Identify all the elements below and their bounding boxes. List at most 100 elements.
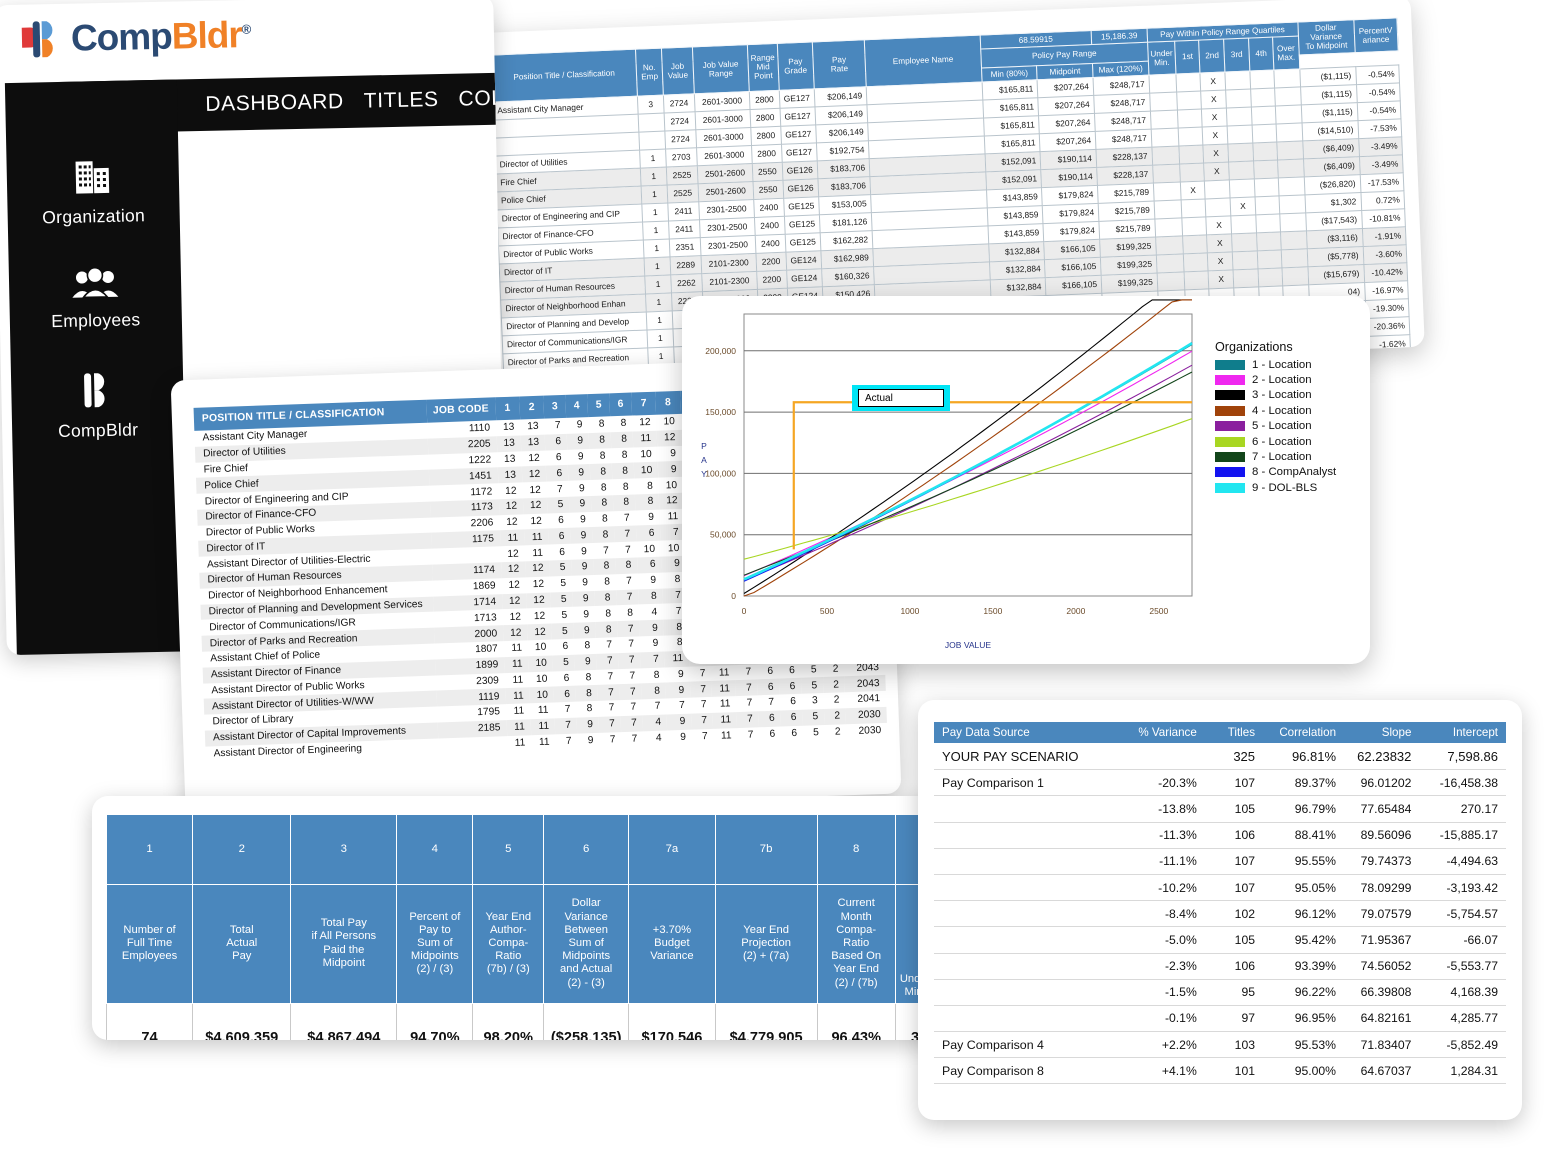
summary-index-7b: 7b	[714, 814, 818, 885]
sidebar-item-compbldr[interactable]: CompBldr	[11, 369, 184, 443]
cell-factor-7: 8	[641, 682, 667, 700]
cell-factor-9: 7	[701, 731, 708, 743]
cell-factor-3: 7	[565, 735, 572, 748]
cell-quartile-1	[1182, 234, 1208, 254]
nav-item-dashboard[interactable]: DASHBOARD	[205, 90, 344, 117]
cell-factor-2: 12	[532, 578, 545, 591]
cell-quartile-4	[1257, 267, 1283, 287]
cell-factor-2: 10	[528, 655, 554, 672]
legend-label: 7 - Location	[1252, 451, 1312, 464]
cell-factor-6: 7	[619, 683, 642, 701]
sidebar-item-organization[interactable]: Organization	[6, 153, 179, 229]
people-icon	[71, 266, 119, 304]
chart-plot-area	[743, 313, 1193, 597]
cell-factor-3: 6	[559, 546, 566, 558]
cell-intercept: -5,553.77	[1419, 953, 1506, 980]
cell-job-value-range: 2601-3000	[695, 109, 751, 130]
cell-range-midpoint: 2800	[749, 90, 780, 110]
cell-factor-5: 8	[592, 526, 615, 544]
cell-factor-10: 11	[719, 698, 731, 711]
cell-max: $228,137	[1096, 164, 1154, 186]
nav-item-titles[interactable]: TITLES	[364, 88, 439, 114]
cell-factor-2: 11	[538, 736, 550, 749]
cell-intercept: 4,168.39	[1419, 979, 1506, 1006]
cell-percent-variance: -1.91%	[1361, 226, 1407, 247]
cell-pay-grade: GE124	[786, 268, 823, 288]
cell-pay-grade: GE125	[783, 196, 820, 216]
summary-index-2: 2	[192, 814, 292, 885]
cell-dollar-variance: ($6,409)	[1303, 156, 1360, 177]
cell-range-midpoint: 2800	[751, 144, 782, 164]
cell-quartile-1	[1177, 108, 1203, 128]
cell-pay-data-source: YOUR PAY SCENARIO	[934, 743, 1121, 771]
th-percent-variance: % Variance	[1120, 722, 1205, 743]
col-under-min: Under Min.	[1147, 41, 1177, 75]
cell-quartile-4	[1254, 195, 1280, 215]
cell-factor-7: 9	[652, 638, 659, 650]
cell-percent-variance: -1.5%	[1120, 979, 1205, 1006]
cell-slope: 79.74373	[1344, 848, 1420, 875]
cell-intercept: -15,885.17	[1419, 822, 1506, 849]
logo-comp: Comp	[70, 15, 173, 59]
cell-quartile-1	[1179, 162, 1205, 182]
summary-index-4: 4	[396, 814, 474, 885]
cell-factor-7: 4	[642, 714, 668, 731]
cell-correlation: 96.79%	[1263, 795, 1345, 823]
cell-pay-rate: $162,282	[819, 230, 873, 251]
cell-no-emp	[639, 130, 666, 150]
th-intercept: Intercept	[1419, 722, 1506, 743]
cell-factor-1: 12	[500, 561, 526, 579]
summary-value-1: 74	[105, 1002, 194, 1040]
cell-factor-1: 11	[499, 529, 525, 547]
cell-max: $199,325	[1099, 236, 1157, 258]
summary-index-6: 6	[543, 814, 630, 885]
cell-percent-variance: -11.3%	[1120, 822, 1205, 849]
cell-quartile-5	[1281, 248, 1308, 268]
cell-factor-6: 7	[617, 620, 640, 638]
cell-job-value: 2703	[665, 147, 698, 167]
cell-intercept: -5,754.57	[1419, 900, 1506, 928]
cell-job-value-range: 2301-2500	[699, 217, 756, 238]
cell-max: $215,789	[1097, 182, 1154, 204]
cell-factor-3: 5	[549, 559, 572, 577]
cell-pay-rate: $192,754	[816, 140, 870, 161]
cell-pay-rate: $206,149	[813, 86, 868, 107]
cell-factor-5: 8	[588, 432, 612, 449]
cell-factor-12: 6	[767, 665, 774, 677]
cell-factor-3: 7	[564, 704, 571, 716]
cell-factor-6: 7	[620, 715, 644, 732]
cell-job-value: 2351	[668, 237, 701, 257]
cell-quartile-1	[1178, 126, 1204, 146]
sidebar-item-employees[interactable]: Employees	[9, 265, 182, 333]
table-row: -5.0% 105 95.42% 71.95367 -66.07	[934, 926, 1506, 954]
cell-factor-6: 7	[630, 702, 637, 714]
cell-factor-2: 11	[523, 529, 549, 546]
cell-dollar-variance: ($6,409)	[1302, 138, 1359, 159]
cell-pay-rate: $206,149	[814, 104, 868, 125]
cell-slope: 64.82161	[1344, 1005, 1420, 1033]
cell-quartile-1	[1181, 198, 1207, 218]
table-row: -1.5% 95 96.22% 66.39808 4,168.39	[934, 979, 1506, 1006]
actual-annotation-callout: Actual	[852, 385, 950, 411]
legend-swatch-icon	[1215, 482, 1245, 493]
cell-percent-variance: +4.1%	[1120, 1057, 1205, 1085]
cell-factor-9: 7	[700, 699, 707, 711]
cell-factor-15: 2	[833, 694, 840, 707]
cell-percent-variance: -8.4%	[1120, 900, 1205, 928]
chart-legend-title: Organizations	[1215, 340, 1293, 354]
cell-slope: 96.01202	[1344, 769, 1420, 797]
cell-factor-3: 5	[560, 578, 567, 590]
cell-factor-13: 6	[791, 727, 798, 740]
cell-range-midpoint: 2550	[752, 162, 783, 182]
cell-range-midpoint: 2400	[755, 233, 786, 254]
cell-quartile-3: X	[1230, 196, 1256, 216]
cell-factor-1: 13	[502, 422, 515, 434]
cell-factor-8: 10	[663, 416, 676, 428]
cell-factor-2: 12	[525, 560, 550, 578]
col-pay-rate: Pay Rate	[812, 39, 867, 89]
cell-job-value: 2724	[663, 93, 696, 113]
cell-quartile-0	[1155, 235, 1184, 255]
cell-percent-variance: -16.97%	[1364, 280, 1409, 301]
th-job-code: JOB CODE	[425, 397, 496, 423]
cell-factor-6: 7	[613, 525, 637, 543]
